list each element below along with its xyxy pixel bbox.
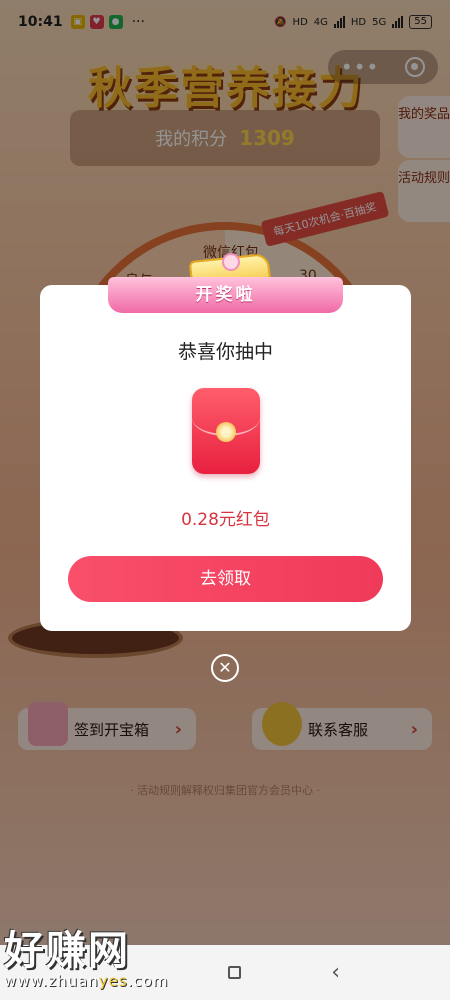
modal-title: 恭喜你抽中 [177, 341, 273, 363]
modal-tab-label: 开奖啦 [108, 277, 343, 313]
prize-text: 0.28元红包 [181, 510, 270, 530]
gift-bow-icon [222, 253, 240, 271]
watermark-title: 好赚网 [4, 928, 130, 974]
watermark-url-highlight: yes [98, 972, 128, 990]
watermark-url-prefix: www.zhuan [4, 972, 99, 990]
envelope-seal [216, 422, 236, 442]
red-envelope-icon [192, 388, 260, 474]
watermark-url-suffix: .com [127, 972, 169, 990]
home-square-icon[interactable] [228, 966, 242, 979]
watermark-url: www.zhuanyes.com [4, 972, 169, 990]
close-modal-icon[interactable]: ✕ [211, 654, 239, 682]
claim-button[interactable]: 去领取 [68, 556, 383, 602]
back-icon[interactable]: ‹ [331, 960, 340, 985]
prize-modal: 开奖啦 恭喜你抽中 0.28元红包 去领取 [40, 252, 411, 631]
watermark: 好赚网 www.zhuanyes.com [4, 918, 169, 990]
